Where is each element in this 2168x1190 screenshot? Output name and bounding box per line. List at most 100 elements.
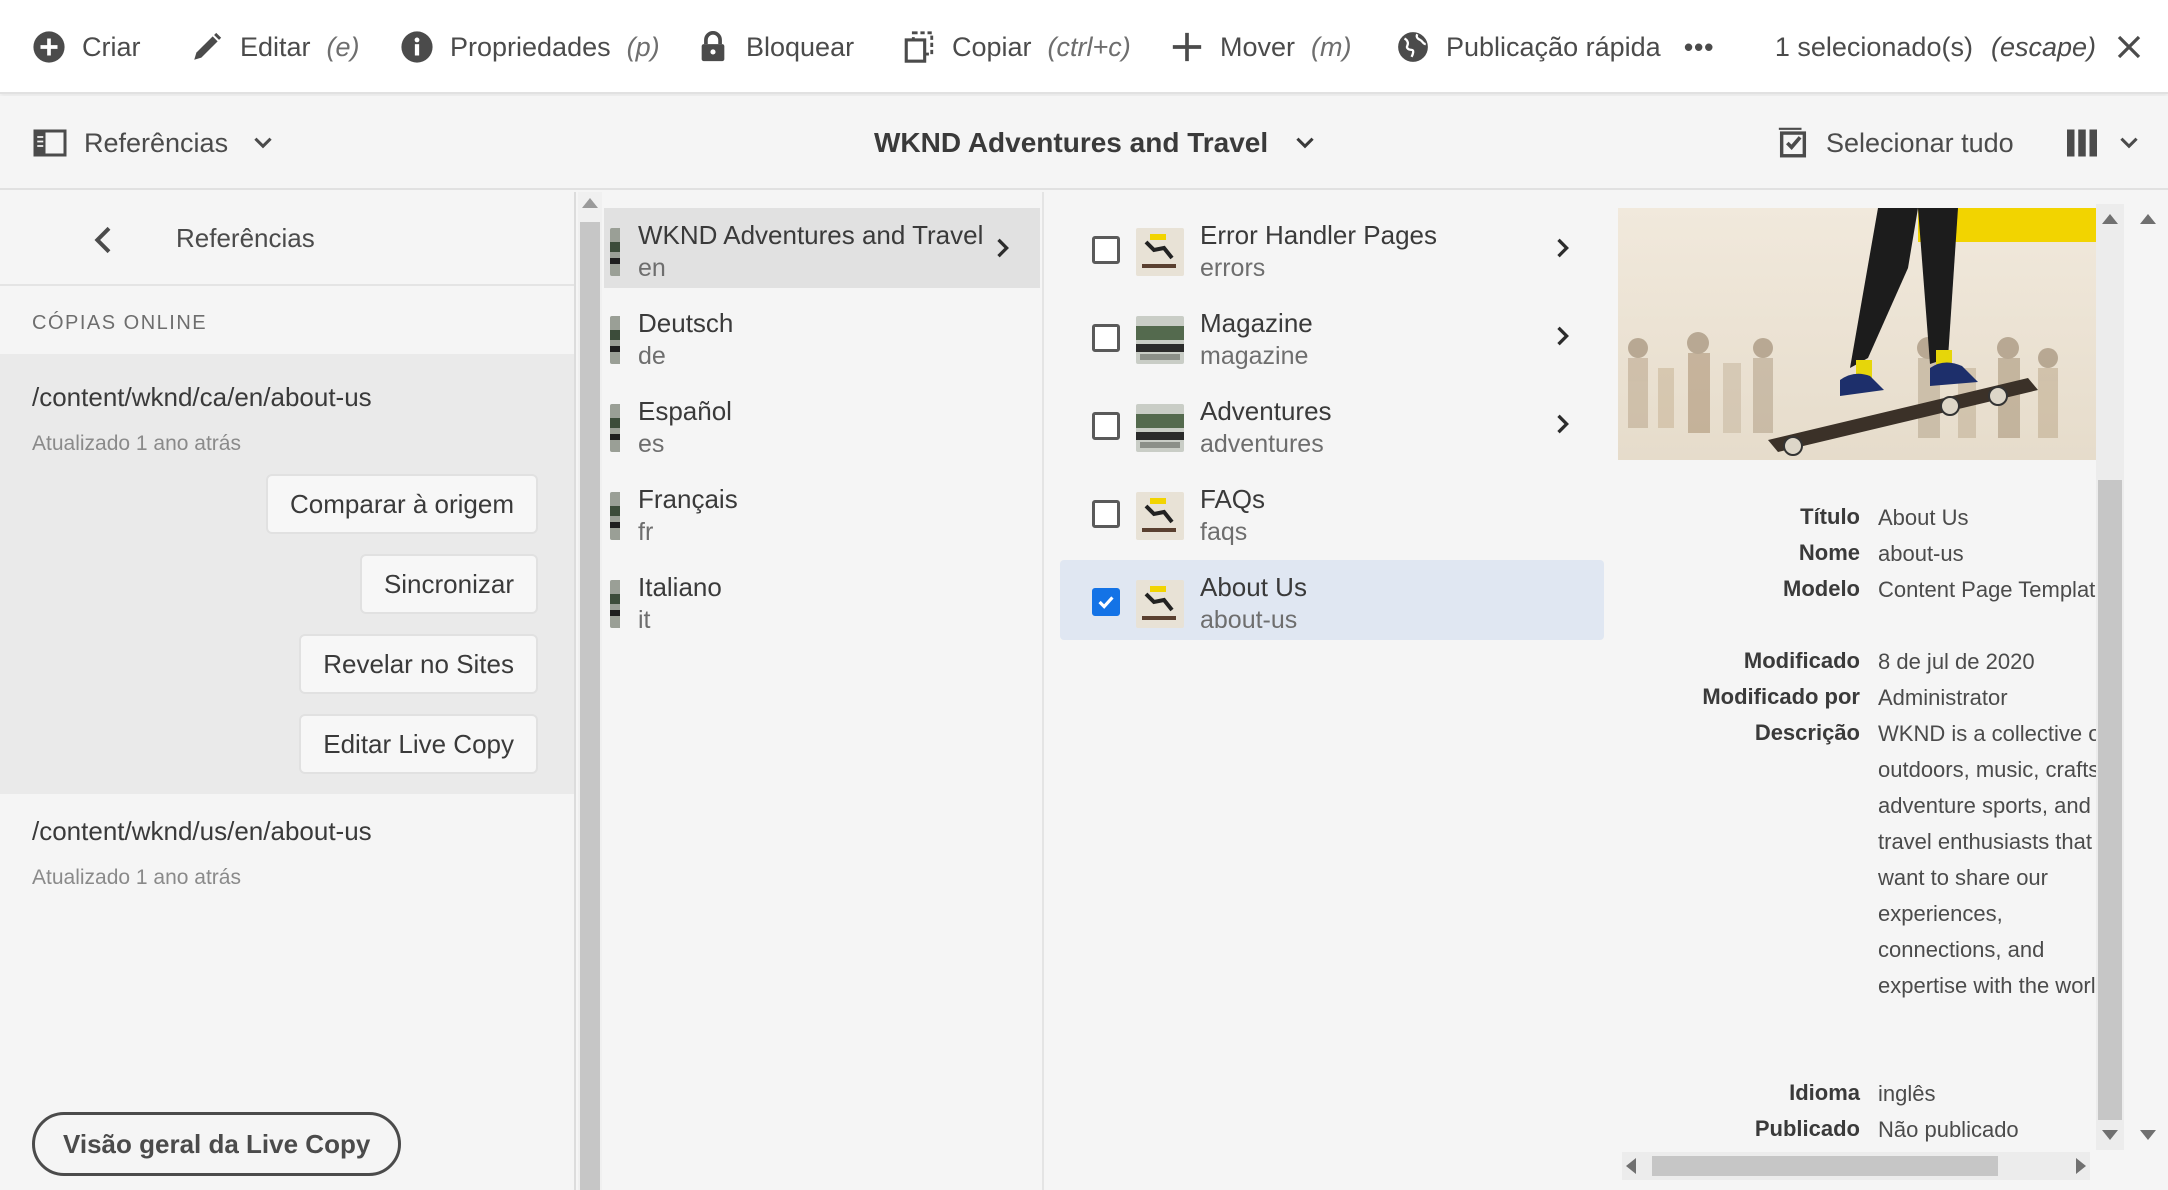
compare-to-source-button[interactable]: Comparar à origem <box>266 474 538 534</box>
item-name: faqs <box>1200 518 1248 546</box>
checkmark-icon <box>1098 596 1114 609</box>
language-column: WKND Adventures and Travel en Deutsch de… <box>604 192 1040 1190</box>
scroll-up-arrow-icon[interactable] <box>2140 214 2156 224</box>
select-all-button[interactable]: Selecionar tudo <box>1776 96 2014 190</box>
chevron-left-icon[interactable] <box>84 220 124 260</box>
lock-icon <box>701 31 725 62</box>
more-actions-button[interactable]: ••• <box>1684 0 1714 94</box>
scroll-up-arrow-icon[interactable] <box>582 198 598 208</box>
scroll-up-arrow-icon[interactable] <box>2102 214 2118 224</box>
properties-button[interactable]: Propriedades (p) <box>400 0 660 94</box>
property-value: 8 de jul de 2020 <box>1878 649 2035 674</box>
row-checkbox[interactable] <box>1092 324 1120 352</box>
breadcrumb-title[interactable]: WKND Adventures and Travel <box>874 96 1318 190</box>
reference-updated: Atualizado 1 ano atrás <box>32 866 241 889</box>
property-label: Nome <box>1798 540 1860 565</box>
rail-toggle-button[interactable]: Referências <box>32 96 276 190</box>
close-icon[interactable] <box>2114 32 2144 62</box>
view-switcher[interactable] <box>2064 96 2142 190</box>
lock-button[interactable]: Bloquear <box>696 0 854 94</box>
column-item-faqs[interactable]: FAQs faqs <box>1044 472 1612 552</box>
column-scrollbar[interactable] <box>578 192 602 1190</box>
edit-shortcut: (e) <box>326 31 360 62</box>
column-item-errors[interactable]: Error Handler Pages errors <box>1044 208 1612 288</box>
preview-horizontal-scrollbar[interactable] <box>1622 1152 2090 1180</box>
chevron-right-icon[interactable] <box>1548 234 1576 262</box>
column-item-adventures[interactable]: Adventures adventures <box>1044 384 1612 464</box>
property-label: Título <box>1800 504 1860 529</box>
item-title: Magazine <box>1200 308 1313 338</box>
item-title: Error Handler Pages <box>1200 220 1437 250</box>
create-button[interactable]: Criar <box>32 0 141 94</box>
column-item-it[interactable]: Italiano it <box>604 560 1040 640</box>
chevron-right-icon[interactable] <box>1548 322 1576 350</box>
column-item-about-us[interactable]: About Us about-us <box>1060 560 1604 640</box>
column-item-es[interactable]: Español es <box>604 384 1040 464</box>
pages-column: Error Handler Pages errors Magazine maga… <box>1042 192 1612 1190</box>
page-thumbnail <box>1136 316 1184 364</box>
page-thumbnail <box>1136 580 1184 628</box>
property-label: Idioma <box>1789 1080 1860 1105</box>
move-button[interactable]: Mover (m) <box>1170 0 1352 94</box>
quick-publish-button[interactable]: Publicação rápida <box>1396 0 1661 94</box>
row-checkbox[interactable] <box>1092 236 1120 264</box>
move-shortcut: (m) <box>1311 31 1352 62</box>
page-thumbnail <box>1136 404 1184 452</box>
item-title: WKND Adventures and Travel <box>638 220 984 250</box>
reference-item[interactable]: /content/wknd/us/en/about-us Atualizado … <box>0 794 574 914</box>
page-thumbnail <box>1136 492 1184 540</box>
preview-vertical-scrollbar[interactable] <box>2096 204 2124 1150</box>
column-item-en[interactable]: WKND Adventures and Travel en <box>604 208 1040 288</box>
rail-toggle-label: Referências <box>84 127 229 158</box>
chevron-right-icon <box>997 238 1009 258</box>
property-value: Content Page Template <box>1878 577 2108 602</box>
copy-button[interactable]: Copiar (ctrl+c) <box>902 0 1131 94</box>
select-all-checkbox-icon <box>1778 127 1807 158</box>
row-checkbox[interactable] <box>1092 500 1120 528</box>
edit-live-copy-button[interactable]: Editar Live Copy <box>299 714 538 774</box>
sub-header: Referências WKND Adventures and Travel S… <box>0 96 2168 190</box>
property-value: WKND is a collective of outdoors, music,… <box>1878 721 2114 998</box>
row-checkbox-checked[interactable] <box>1092 588 1120 616</box>
scrollbar-thumb[interactable] <box>2098 480 2122 1120</box>
column-item-de[interactable]: Deutsch de <box>604 296 1040 376</box>
preview-panel: Título About Us Nome about-us Modelo Con… <box>1614 192 2168 1190</box>
selection-status: 1 selecionado(s) (escape) <box>1775 0 2144 94</box>
selection-escape-hint: (escape) <box>1990 31 2096 62</box>
property-value: Não publicado <box>1878 1117 2019 1142</box>
page-vertical-scrollbar[interactable] <box>2134 204 2162 1150</box>
column-item-magazine[interactable]: Magazine magazine <box>1044 296 1612 376</box>
edit-button[interactable]: Editar (e) <box>190 0 360 94</box>
scroll-down-arrow-icon[interactable] <box>2140 1130 2156 1140</box>
chevron-down-icon <box>2120 137 2138 149</box>
scroll-right-arrow-icon[interactable] <box>2076 1158 2086 1174</box>
item-name: en <box>638 254 666 282</box>
globe-icon <box>1398 32 1428 62</box>
column-item-fr[interactable]: Français fr <box>604 472 1040 552</box>
synchronize-button[interactable]: Sincronizar <box>359 554 538 614</box>
row-checkbox[interactable] <box>1092 412 1120 440</box>
rail-panel-icon <box>33 129 67 157</box>
scrollbar-thumb[interactable] <box>580 222 600 1190</box>
live-copy-overview-button[interactable]: Visão geral da Live Copy <box>32 1112 402 1176</box>
reveal-in-sites-button[interactable]: Revelar no Sites <box>299 634 538 694</box>
page-preview-image <box>1618 208 2096 460</box>
edit-label: Editar <box>240 31 311 62</box>
item-title: Español <box>638 396 732 426</box>
reference-path: /content/wknd/us/en/about-us <box>32 816 372 846</box>
scrollbar-thumb[interactable] <box>1652 1156 1998 1176</box>
pencil-icon <box>194 32 222 60</box>
chevron-down-icon <box>1296 137 1314 149</box>
move-plus-icon <box>1172 32 1202 62</box>
copy-shortcut: (ctrl+c) <box>1047 31 1131 62</box>
scroll-down-arrow-icon[interactable] <box>2102 1130 2118 1140</box>
property-value: About Us <box>1878 505 1969 530</box>
page-title: WKND Adventures and Travel <box>874 127 1269 158</box>
page-thumbnail <box>1136 228 1184 276</box>
chevron-right-icon[interactable] <box>1548 410 1576 438</box>
item-title: Adventures <box>1200 396 1332 426</box>
scroll-left-arrow-icon[interactable] <box>1626 1158 1636 1174</box>
reference-item[interactable]: /content/wknd/ca/en/about-us Atualizado … <box>0 354 574 794</box>
properties-label: Propriedades <box>450 31 611 62</box>
quick-publish-label: Publicação rápida <box>1446 31 1661 62</box>
